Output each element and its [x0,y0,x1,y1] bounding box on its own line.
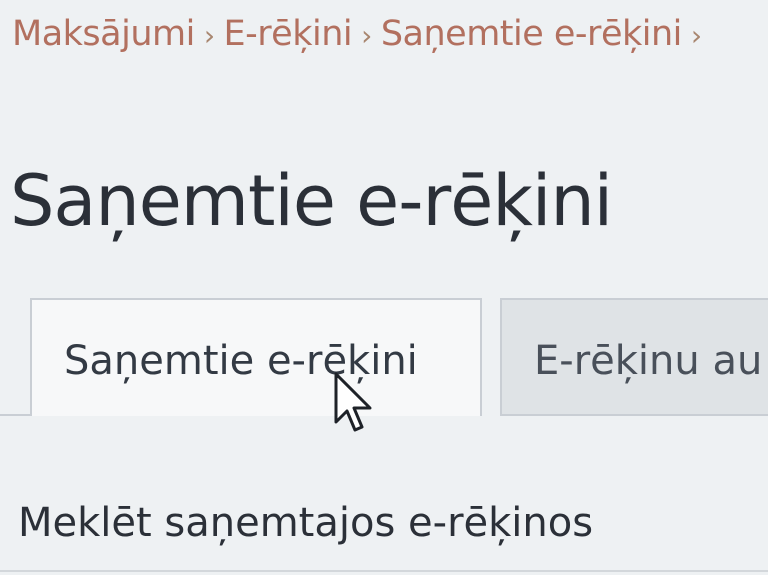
breadcrumb-separator: › [361,19,372,52]
breadcrumb-separator: › [203,19,215,52]
breadcrumb-item-maksajumi[interactable]: Maksājumi [12,14,195,54]
section-divider [0,570,768,572]
breadcrumb-item-sanemtie[interactable]: Saņemtie e-rēķini [381,14,683,54]
tab-e-rekinu-au[interactable]: E-rēķinu au [500,298,768,416]
breadcrumb-separator: › [690,19,702,52]
tab-sanemtie-e-rekini[interactable]: Saņemtie e-rēķini [30,298,482,416]
breadcrumb: Maksājumi › E-rēķini › Saņemtie e-rēķini › [12,14,711,54]
tab-bar-divider [0,414,30,416]
tab-label: E-rēķinu au [534,338,763,384]
page-title: Saņemtie e-rēķini [10,160,613,242]
mouse-pointer-icon [334,372,372,432]
search-section-title: Meklēt saņemtajos e-rēķinos [18,500,594,546]
tab-bar: Saņemtie e-rēķini E-rēķinu au [0,298,768,420]
breadcrumb-item-e-rekini[interactable]: E-rēķini [224,14,353,54]
